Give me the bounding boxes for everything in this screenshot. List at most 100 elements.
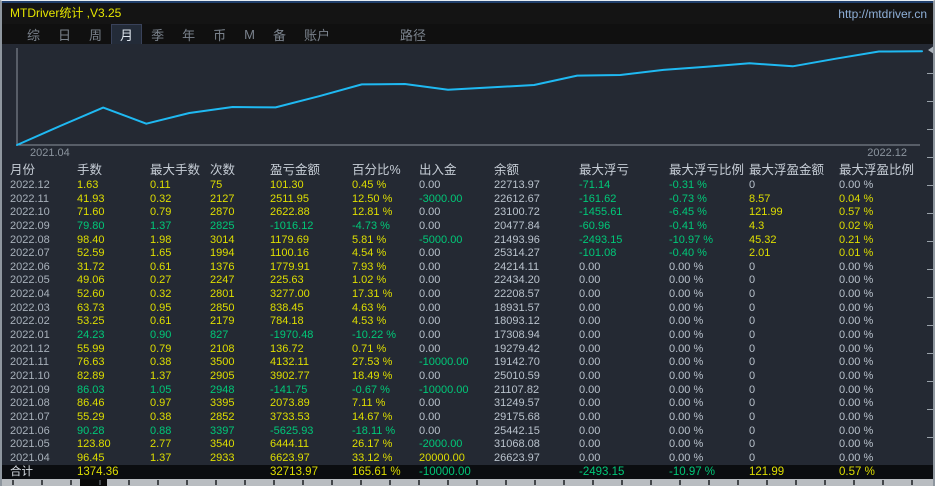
cell-4: 2933: [210, 451, 235, 464]
table-row[interactable]: 2021.09 86.03 1.05 2948 -141.75 -0.67 % -10000…: [2, 384, 933, 398]
cell-2: 98.40: [77, 233, 105, 246]
cell-10: 0.00 %: [669, 274, 704, 287]
table-row[interactable]: 2021.04 96.45 1.37 2933 6623.97 33.12 % 20000.…: [2, 451, 933, 466]
cell-8: 31068.08: [494, 438, 540, 451]
cell-1: 2021.04: [10, 451, 50, 464]
table-row[interactable]: 2022.02 53.25 0.61 2179 784.18 4.53 % 0.00 1809…: [2, 315, 933, 329]
menu-item-4[interactable]: 月: [111, 23, 143, 45]
chart-scroll-arrow-icon[interactable]: [928, 46, 933, 54]
cell-7: 0.00: [419, 206, 441, 219]
cell-4: 3397: [210, 424, 235, 437]
cell-12: 0.21 %: [839, 233, 874, 246]
table-row[interactable]: 2021.05 123.80 2.77 3540 6444.11 26.17 % -2000…: [2, 438, 933, 452]
cell-1: 2021.08: [10, 397, 50, 410]
cell-9: 0.00: [579, 260, 601, 273]
app-url-link[interactable]: http://mtdriver.cn: [838, 7, 927, 21]
cell-8: 22208.57: [494, 288, 540, 301]
horizontal-scrollbar[interactable]: [2, 479, 933, 486]
cell-1: 2021.07: [10, 410, 50, 423]
cell-6: -4.73 %: [352, 219, 390, 232]
cell-12: 0.00 %: [839, 274, 874, 287]
table-row[interactable]: 2021.10 82.89 1.37 2905 3902.77 18.49 % 0.00 25…: [2, 369, 933, 384]
cell-12: 0.00 %: [839, 342, 874, 355]
table-row[interactable]: 2022.12 1.63 0.11 75 101.30 0.45 % 0.00 22713.9…: [2, 179, 933, 193]
cell-11: 0: [749, 179, 756, 191]
table-row[interactable]: 2022.01 24.23 0.90 827 -1970.48 -10.22 % 0.00 1…: [2, 329, 933, 343]
table-row[interactable]: 2022.03 63.73 0.95 2850 838.45 4.63 % 0.00 1893…: [2, 301, 933, 316]
cell-12: 0.00 %: [839, 438, 874, 451]
menu-item-1[interactable]: 综: [18, 24, 49, 45]
menu-item-6[interactable]: 年: [173, 24, 204, 45]
cell-9: 0.00: [579, 288, 601, 301]
menu-item-8[interactable]: M: [235, 26, 264, 43]
cell-7: 0.00: [419, 410, 441, 423]
table-row[interactable]: 2022.10 71.60 0.79 2870 2622.88 12.81 % 0.00 23…: [2, 206, 933, 220]
cell-12: 0.00 %: [839, 424, 874, 437]
cell-9: -161.62: [579, 192, 617, 205]
cell-2: 55.29: [77, 410, 105, 423]
table-row[interactable]: 2022.11 41.93 0.32 2127 2511.95 12.50 % -3000.…: [2, 192, 933, 207]
table-row[interactable]: 2022.04 52.60 0.32 2801 3277.00 17.31 % 0.00 22…: [2, 288, 933, 302]
cell-12: 0.00 %: [839, 410, 874, 423]
app-window: MTDriver统计 ,V3.25 http://mtdriver.cn 综日周…: [0, 0, 935, 486]
cell-8: 19142.70: [494, 356, 540, 369]
menu-item-11[interactable]: 路径: [391, 24, 435, 45]
column-header-12: 最大浮盈比例: [839, 162, 915, 177]
cumulative-profit-line: [16, 50, 923, 146]
menu-item-5[interactable]: 季: [142, 24, 173, 45]
cell-2: 71.60: [77, 206, 105, 219]
cell-7: 0.00: [419, 179, 441, 191]
scrollbar-tick: [99, 480, 101, 485]
cell-4: 2850: [210, 301, 235, 314]
cell-6: 12.81 %: [352, 206, 393, 219]
cell-4: 3014: [210, 233, 235, 246]
cell-4: 2905: [210, 369, 235, 382]
cell-3: 0.38: [150, 356, 172, 369]
cell-7: 0.00: [419, 369, 441, 382]
scrollbar-tick: [563, 480, 565, 485]
menu-item-3[interactable]: 周: [80, 24, 111, 45]
ruler-tick: [927, 381, 933, 382]
table-row[interactable]: 2021.08 86.46 0.97 3395 2073.89 7.11 % 0.00 312…: [2, 397, 933, 411]
table-row[interactable]: 2022.07 52.59 1.65 1994 1100.16 4.54 % 0.00 253…: [2, 247, 933, 261]
total-row[interactable]: 合计 1374.36 32713.97 165.61 % -10000.00 -2493.…: [2, 465, 933, 480]
menu-item-9[interactable]: 备: [264, 24, 295, 45]
cell-12: 0.00 %: [839, 356, 874, 369]
table-row[interactable]: 2021.12 55.99 0.79 2108 136.72 0.71 % 0.00 1927…: [2, 342, 933, 357]
menu-item-7[interactable]: 币: [204, 24, 235, 45]
cell-11: 121.99: [749, 466, 785, 479]
cell-12: 0.00 %: [839, 301, 874, 314]
cell-8: 23100.72: [494, 206, 540, 219]
scrollbar-thumb[interactable]: [80, 479, 107, 486]
cell-2: 96.45: [77, 451, 105, 464]
cell-9: 0.00: [579, 329, 601, 342]
cell-1: 2022.10: [10, 206, 50, 219]
menu-item-10[interactable]: 账户: [295, 24, 339, 45]
cell-10: -0.31 %: [669, 179, 707, 191]
scrollbar-tick: [534, 480, 536, 485]
cell-11: 0: [749, 356, 756, 369]
cell-1: 2022.07: [10, 247, 50, 260]
cell-5: 2622.88: [270, 206, 310, 219]
menu-item-2[interactable]: 日: [49, 24, 80, 45]
table-row[interactable]: 2021.11 76.63 0.38 3500 4132.11 27.53 % -10000…: [2, 356, 933, 370]
cell-6: -18.11 %: [352, 424, 396, 437]
profit-curve-chart: 2021.04 2022.12: [2, 44, 933, 157]
cell-10: 0.00 %: [669, 410, 704, 423]
cell-8: 26623.97: [494, 451, 540, 464]
cell-11: 0: [749, 397, 756, 410]
cell-10: -0.40 %: [669, 247, 707, 260]
cell-1: 2021.06: [10, 424, 50, 437]
table-row[interactable]: 2022.09 79.80 1.37 2825 -1016.12 -4.73 % 0.00 2…: [2, 219, 933, 234]
cell-4: 827: [210, 329, 229, 342]
table-row[interactable]: 2021.07 55.29 0.38 2852 3733.53 14.67 % 0.00 29…: [2, 410, 933, 425]
table-row[interactable]: 2022.08 98.40 1.98 3014 1179.69 5.81 % -5000.0…: [2, 233, 933, 248]
cell-2: 49.06: [77, 274, 105, 287]
table-row[interactable]: 2022.06 31.72 0.61 1376 1779.91 7.93 % 0.00 242…: [2, 260, 933, 275]
table-row[interactable]: 2022.05 49.06 0.27 2247 225.63 1.02 % 0.00 2243…: [2, 274, 933, 288]
cell-5: 784.18: [270, 315, 304, 328]
scrollbar-tick: [186, 480, 188, 485]
ruler-tick: [927, 437, 933, 438]
column-header-6: 百分比%: [352, 162, 401, 177]
table-row[interactable]: 2021.06 90.28 0.88 3397 -5625.93 -18.11 % 0.00…: [2, 424, 933, 439]
